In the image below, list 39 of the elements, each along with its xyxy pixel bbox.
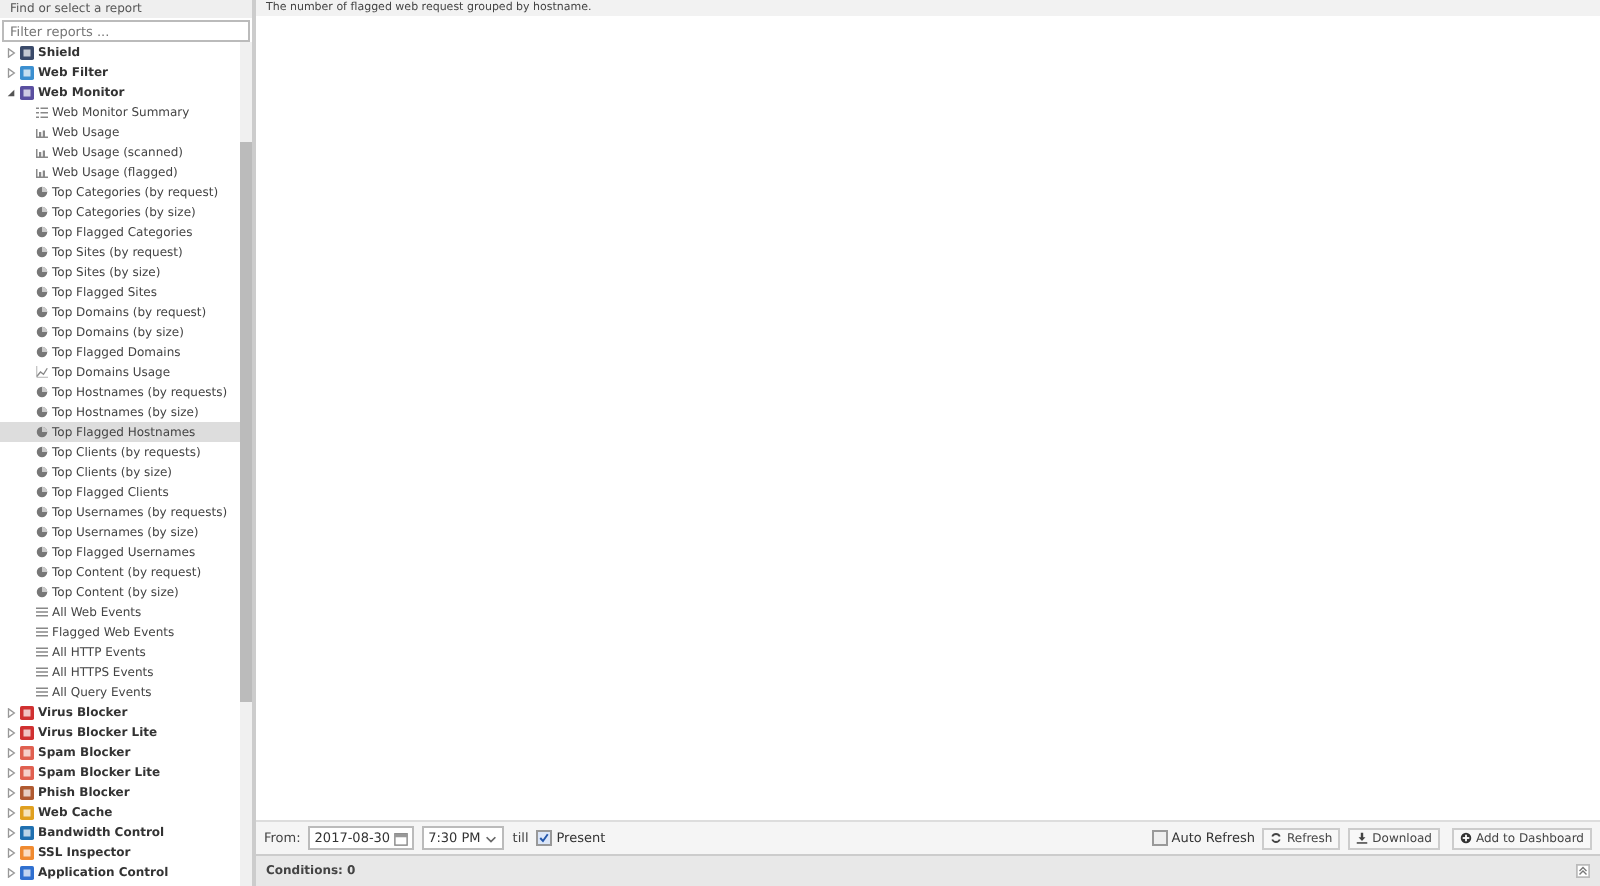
pie-chart-icon bbox=[36, 466, 48, 478]
pie-chart-icon bbox=[36, 286, 48, 298]
pie-chart-icon bbox=[36, 406, 48, 418]
list-icon bbox=[36, 686, 48, 698]
refresh-icon bbox=[1270, 832, 1283, 844]
plus-icon bbox=[1459, 832, 1472, 844]
text-icon bbox=[36, 106, 48, 118]
line-chart-icon bbox=[36, 366, 48, 378]
checkmark-icon bbox=[538, 832, 551, 844]
download-icon bbox=[1356, 832, 1369, 844]
pie-chart-icon bbox=[36, 186, 48, 198]
pie-chart-icon bbox=[36, 586, 48, 598]
list-icon bbox=[36, 666, 48, 678]
pie-chart-icon bbox=[36, 426, 48, 438]
dropdown-icon[interactable] bbox=[484, 831, 499, 845]
pie-chart-icon bbox=[36, 306, 48, 318]
pie-chart-icon bbox=[36, 266, 48, 278]
pie-chart-icon bbox=[36, 246, 48, 258]
pie-chart-icon bbox=[36, 346, 48, 358]
pie-chart-icon bbox=[36, 446, 48, 458]
list-icon bbox=[36, 626, 48, 638]
pie-chart-icon bbox=[36, 326, 48, 338]
expander-icon[interactable] bbox=[6, 87, 16, 97]
scrollbar[interactable] bbox=[240, 42, 252, 886]
bar-chart-icon bbox=[36, 126, 48, 138]
pie-chart-icon bbox=[36, 206, 48, 218]
list-icon bbox=[36, 606, 48, 618]
bar-chart-icon bbox=[36, 166, 48, 178]
pie-chart-icon bbox=[36, 506, 48, 518]
pie-chart-icon bbox=[36, 566, 48, 578]
pie-chart-icon bbox=[36, 226, 48, 238]
pie-chart-icon bbox=[36, 386, 48, 398]
list-icon bbox=[36, 646, 48, 658]
expand-icon[interactable] bbox=[1576, 864, 1590, 878]
pie-chart-icon bbox=[36, 546, 48, 558]
calendar-icon[interactable] bbox=[394, 831, 409, 845]
pie-chart-icon bbox=[36, 486, 48, 498]
pie-chart-icon bbox=[36, 526, 48, 538]
bar-chart-icon bbox=[36, 146, 48, 158]
